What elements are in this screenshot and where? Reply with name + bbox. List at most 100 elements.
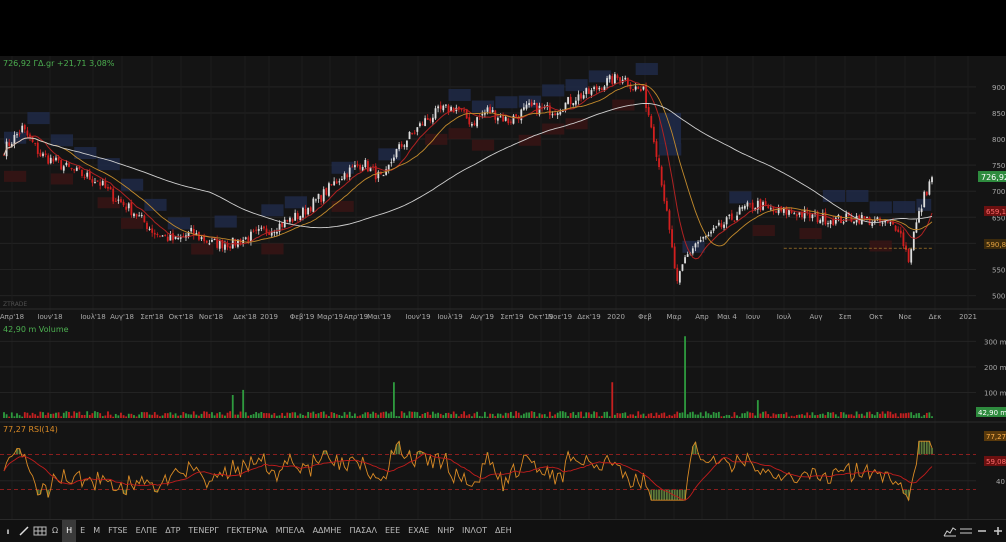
x-tick-label: Σεπ [839,313,852,321]
volume-bar [270,414,273,418]
volume-bar [18,415,21,418]
candle-body [738,207,741,215]
candle-body [853,222,855,224]
draw-line-icon[interactable] [16,520,32,542]
symbol-deh[interactable]: ΔΕΗ [491,520,516,542]
symbol-ftse[interactable]: FTSE [104,520,131,542]
candle-body [424,118,427,126]
info-icon[interactable]: ı [0,520,16,542]
symbol-nhr[interactable]: ΝΗΡ [433,520,458,542]
volume-bar [416,412,419,418]
volume-bar [231,395,234,418]
volume-bar [151,414,154,418]
volume-bar [130,413,133,418]
symbol-elpe[interactable]: ΕΛΠΕ [132,520,162,542]
candle-body [18,133,21,135]
timeframe-hour[interactable]: Ω [48,520,62,542]
volume-bar [382,411,385,418]
candle-body [533,102,536,105]
chart-type-icon[interactable] [942,520,958,542]
x-tick-label: Ιουν'19 [405,313,430,321]
grid-icon[interactable] [32,520,48,542]
symbol-eee[interactable]: ΕΕΕ [381,520,404,542]
candle-body [749,203,751,205]
volume-bar [164,413,167,418]
candle-body [104,180,107,188]
resistance-zone [144,198,167,211]
x-tick-label: Νοε [898,313,912,321]
volume-bar [343,412,346,418]
volume-bar [647,413,650,418]
candle-body [905,245,907,251]
volume-bar [842,412,845,418]
candle-body [213,239,216,241]
volume-bar [52,413,55,418]
volume-bar [120,412,122,418]
candle-body [312,198,315,212]
symbol-paspal[interactable]: ΠΑΣΑΛ [345,520,381,542]
candle-body [595,86,598,90]
volume-bar [403,412,406,418]
volume-bar [195,414,198,418]
chart-svg[interactable]: Απρ'18 Ιουν'18 Ιουλ'18 Αυγ'18 Σεπ'18 Οκτ'18 Νο… [0,56,1006,519]
candle-body [871,223,874,226]
candle-body [291,219,294,222]
volume-bar [629,414,632,418]
volume-bar [213,415,216,418]
volume-bar [551,415,554,418]
timeframe-day[interactable]: Η [62,520,77,542]
symbol-exae[interactable]: ΕΧΑΕ [404,520,433,542]
symbol-dtr[interactable]: ΔΤΡ [161,520,184,542]
candle-body [554,113,556,116]
candle-body [36,142,39,154]
volume-bar [665,416,668,418]
volume-bar [341,415,343,418]
volume-bar [387,413,390,418]
candle-body [244,237,247,239]
compare-icon[interactable] [958,520,974,542]
volume-bar [109,414,112,418]
volume-bar [13,416,16,418]
chart-area[interactable]: Απρ'18 Ιουν'18 Ιουλ'18 Αυγ'18 Σεπ'18 Οκτ'18 Νο… [0,56,1006,519]
symbol-gekterna[interactable]: ΓΕΚΤΕΡΝΑ [223,520,272,542]
volume-bar [374,412,377,418]
symbol-inlot[interactable]: ΙΝΛΟΤ [458,520,491,542]
candle-body [507,118,510,124]
volume-bar [101,416,104,418]
candle-body [811,214,814,219]
candle-body [707,234,710,237]
candle-body [39,152,42,157]
volume-bar [452,411,455,418]
volume-bar [561,411,564,418]
candle-body [60,160,63,170]
candle-body [304,208,307,215]
volume-bar [694,414,697,418]
candle-body [772,207,775,212]
candle-body [650,116,653,128]
timeframe-week[interactable]: Ε [76,520,89,542]
candle-body [842,222,845,224]
symbol-tenerg[interactable]: ΤΕΝΕΡΓ [184,520,222,542]
candle-body [117,199,120,201]
zoom-out-icon[interactable] [974,520,990,542]
volume-bar [520,415,523,418]
volume-bar [814,415,816,418]
volume-bar [517,412,520,418]
volume-bar [21,416,24,418]
candle-body [694,243,697,248]
symbol-admie[interactable]: ΑΔΜΗΕ [309,520,346,542]
candle-body [447,105,450,113]
x-tick-label: Μαι'19 [367,313,391,321]
candle-body [632,89,634,91]
candle-body [616,75,619,79]
volume-bar [686,414,689,418]
volume-bar [499,413,502,418]
x-tick-label: Απρ [695,313,709,321]
volume-bar [522,413,525,418]
symbol-mpela[interactable]: ΜΠΕΛΑ [272,520,309,542]
volume-bar [455,413,458,418]
zoom-in-icon[interactable] [990,520,1006,542]
timeframe-month[interactable]: Μ [89,520,104,542]
candle-body [504,116,507,121]
resistance-zone [120,178,144,191]
